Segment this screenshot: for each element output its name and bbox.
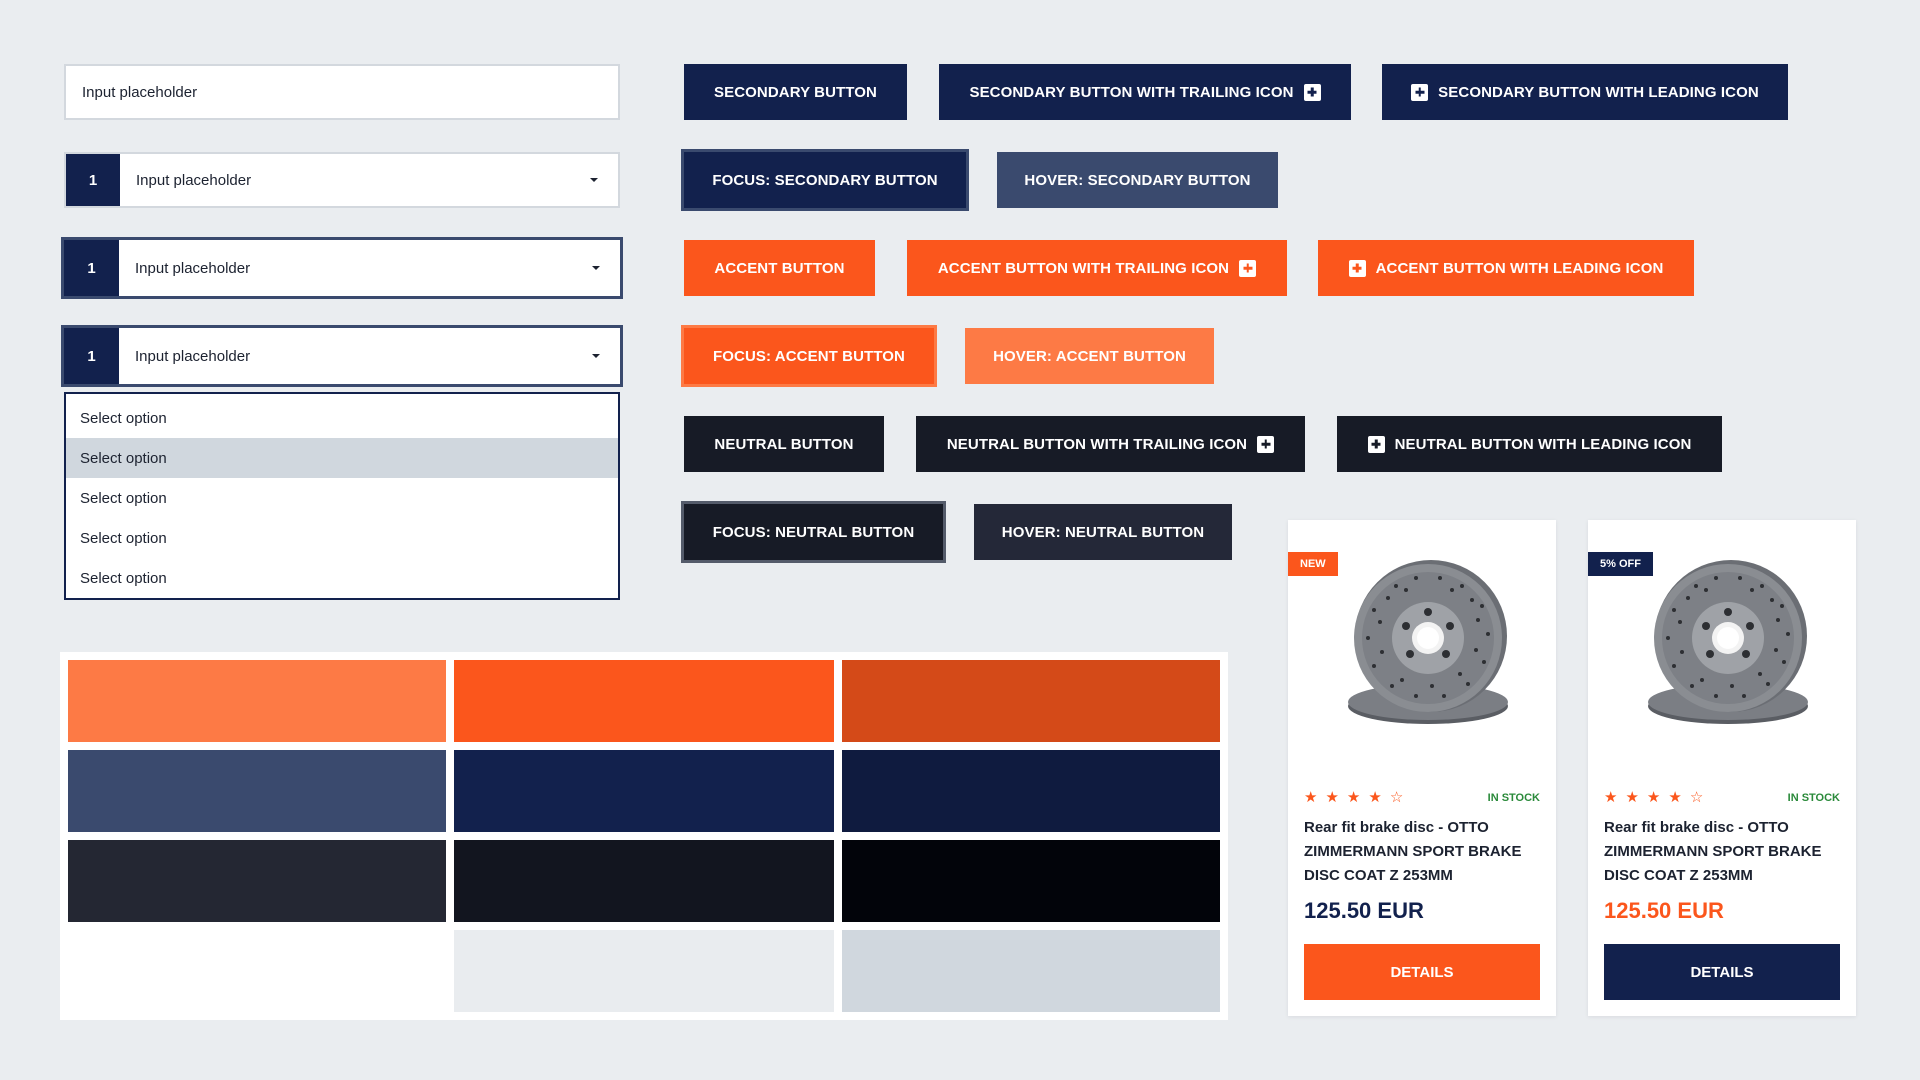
button-label: NEUTRAL BUTTON WITH TRAILING ICON bbox=[946, 435, 1248, 453]
chevron-down-icon[interactable] bbox=[572, 240, 620, 296]
stock-status: IN STOCK bbox=[1787, 792, 1840, 804]
star-rating: ★ ★ ★ ★ ☆ bbox=[1304, 790, 1403, 805]
accent-button[interactable]: ACCENT BUTTON bbox=[684, 240, 875, 296]
focus-neutral-button[interactable]: FOCUS: NEUTRAL BUTTON bbox=[684, 504, 943, 560]
plus-square-icon bbox=[1348, 259, 1366, 277]
button-label: ACCENT BUTTON WITH LEADING ICON bbox=[1375, 259, 1664, 277]
button-label: FOCUS: ACCENT BUTTON bbox=[713, 347, 905, 365]
product-card[interactable]: 5% OFF ★ ★ ★ ★ ☆ IN STOCK Rear fit brake dis… bbox=[1588, 520, 1856, 1016]
plus-square-icon bbox=[1257, 435, 1275, 453]
star-filled-icon: ★ bbox=[1604, 789, 1618, 806]
select-number: 1 bbox=[64, 328, 119, 384]
hover-neutral-button[interactable]: HOVER: NEUTRAL BUTTON bbox=[974, 504, 1232, 560]
dropdown-option-highlighted[interactable]: Select option bbox=[66, 438, 618, 478]
neutral-button[interactable]: NEUTRAL BUTTON bbox=[684, 416, 884, 472]
select-field-default[interactable]: 1 Input placeholder bbox=[64, 152, 620, 208]
plus-square-icon bbox=[1411, 83, 1429, 101]
select-dropdown: Select option Select option Select optio… bbox=[64, 392, 620, 600]
button-label: ACCENT BUTTON WITH TRAILING ICON bbox=[937, 259, 1230, 277]
star-filled-icon: ★ bbox=[1625, 789, 1639, 806]
focus-secondary-button[interactable]: FOCUS: SECONDARY BUTTON bbox=[684, 152, 966, 208]
brake-disc-image bbox=[1348, 560, 1508, 724]
plus-square-icon bbox=[1239, 259, 1257, 277]
button-label: HOVER: NEUTRAL BUTTON bbox=[1001, 523, 1205, 541]
dropdown-option[interactable]: Select option bbox=[66, 518, 618, 558]
button-label: SECONDARY BUTTON WITH LEADING ICON bbox=[1438, 83, 1759, 101]
button-label: HOVER: SECONDARY BUTTON bbox=[1024, 171, 1251, 189]
focus-accent-button[interactable]: FOCUS: ACCENT BUTTON bbox=[684, 328, 934, 384]
accent-button-leading-icon[interactable]: ACCENT BUTTON WITH LEADING ICON bbox=[1318, 240, 1694, 296]
color-swatch bbox=[842, 660, 1220, 742]
star-filled-icon: ★ bbox=[1368, 789, 1382, 806]
button-label: FOCUS: NEUTRAL BUTTON bbox=[712, 523, 915, 541]
select-number: 1 bbox=[64, 240, 119, 296]
dropdown-option[interactable]: Select option bbox=[66, 478, 618, 518]
color-swatch bbox=[454, 750, 834, 832]
color-swatch bbox=[68, 660, 446, 742]
hover-secondary-button[interactable]: HOVER: SECONDARY BUTTON bbox=[997, 152, 1278, 208]
button-label: SECONDARY BUTTON bbox=[713, 83, 877, 101]
select-number: 1 bbox=[66, 154, 120, 206]
button-label: NEUTRAL BUTTON WITH LEADING ICON bbox=[1394, 435, 1692, 453]
chevron-down-icon[interactable] bbox=[572, 328, 620, 384]
color-swatch bbox=[68, 750, 446, 832]
details-button[interactable]: DETAILS bbox=[1604, 944, 1840, 1000]
plus-square-icon bbox=[1303, 83, 1321, 101]
color-swatch bbox=[68, 840, 446, 922]
secondary-button-leading-icon[interactable]: SECONDARY BUTTON WITH LEADING ICON bbox=[1382, 64, 1788, 120]
color-swatch bbox=[842, 840, 1220, 922]
product-card[interactable]: NEW ★ ★ ★ ★ ☆ IN STOCK Rear fit brake disc -… bbox=[1288, 520, 1556, 1016]
select-field-focus[interactable]: 1 Input placeholder bbox=[61, 237, 623, 299]
color-swatch bbox=[454, 930, 834, 1012]
color-swatch bbox=[842, 750, 1220, 832]
stock-status: IN STOCK bbox=[1487, 792, 1540, 804]
product-title[interactable]: Rear fit brake disc - OTTO ZIMMERMANN SP… bbox=[1304, 816, 1540, 888]
plus-square-icon bbox=[1367, 435, 1385, 453]
star-filled-icon: ★ bbox=[1346, 789, 1361, 806]
select-field-open[interactable]: 1 Input placeholder bbox=[61, 325, 623, 387]
dropdown-option[interactable]: Select option bbox=[66, 398, 618, 438]
brake-disc-image bbox=[1648, 560, 1808, 724]
button-label: ACCENT BUTTON bbox=[714, 259, 845, 277]
star-filled-icon: ★ bbox=[1668, 789, 1682, 806]
color-swatch bbox=[454, 840, 834, 922]
accent-button-trailing-icon[interactable]: ACCENT BUTTON WITH TRAILING ICON bbox=[907, 240, 1287, 296]
neutral-button-leading-icon[interactable]: NEUTRAL BUTTON WITH LEADING ICON bbox=[1337, 416, 1722, 472]
select-placeholder: Input placeholder bbox=[135, 259, 251, 277]
star-rating: ★ ★ ★ ★ ☆ bbox=[1604, 790, 1703, 805]
button-label: NEUTRAL BUTTON bbox=[714, 435, 854, 453]
product-badge: NEW bbox=[1288, 552, 1338, 576]
text-input[interactable]: Input placeholder bbox=[64, 64, 620, 120]
neutral-button-trailing-icon[interactable]: NEUTRAL BUTTON WITH TRAILING ICON bbox=[916, 416, 1305, 472]
color-swatch bbox=[454, 660, 834, 742]
product-title[interactable]: Rear fit brake disc - OTTO ZIMMERMANN SP… bbox=[1604, 816, 1840, 888]
button-label: FOCUS: SECONDARY BUTTON bbox=[712, 171, 938, 189]
dropdown-option[interactable]: Select option bbox=[66, 558, 618, 598]
hover-accent-button[interactable]: HOVER: ACCENT BUTTON bbox=[965, 328, 1214, 384]
star-filled-icon: ★ bbox=[1304, 789, 1318, 806]
product-price: 125.50 EUR bbox=[1304, 898, 1424, 923]
details-button[interactable]: DETAILS bbox=[1304, 944, 1540, 1000]
chevron-down-icon[interactable] bbox=[570, 154, 618, 206]
star-filled-icon: ★ bbox=[1325, 789, 1339, 806]
button-label: HOVER: ACCENT BUTTON bbox=[993, 347, 1186, 365]
button-label: SECONDARY BUTTON WITH TRAILING ICON bbox=[969, 83, 1294, 101]
product-price: 125.50 EUR bbox=[1604, 898, 1724, 923]
color-swatch bbox=[68, 930, 446, 1012]
star-empty-icon: ☆ bbox=[1389, 789, 1404, 806]
star-empty-icon: ☆ bbox=[1689, 789, 1704, 806]
secondary-button-trailing-icon[interactable]: SECONDARY BUTTON WITH TRAILING ICON bbox=[939, 64, 1351, 120]
secondary-button[interactable]: SECONDARY BUTTON bbox=[684, 64, 907, 120]
star-filled-icon: ★ bbox=[1646, 789, 1661, 806]
select-placeholder: Input placeholder bbox=[135, 347, 251, 365]
color-swatch bbox=[842, 930, 1220, 1012]
select-placeholder: Input placeholder bbox=[136, 171, 252, 189]
color-palette bbox=[60, 652, 1228, 1020]
